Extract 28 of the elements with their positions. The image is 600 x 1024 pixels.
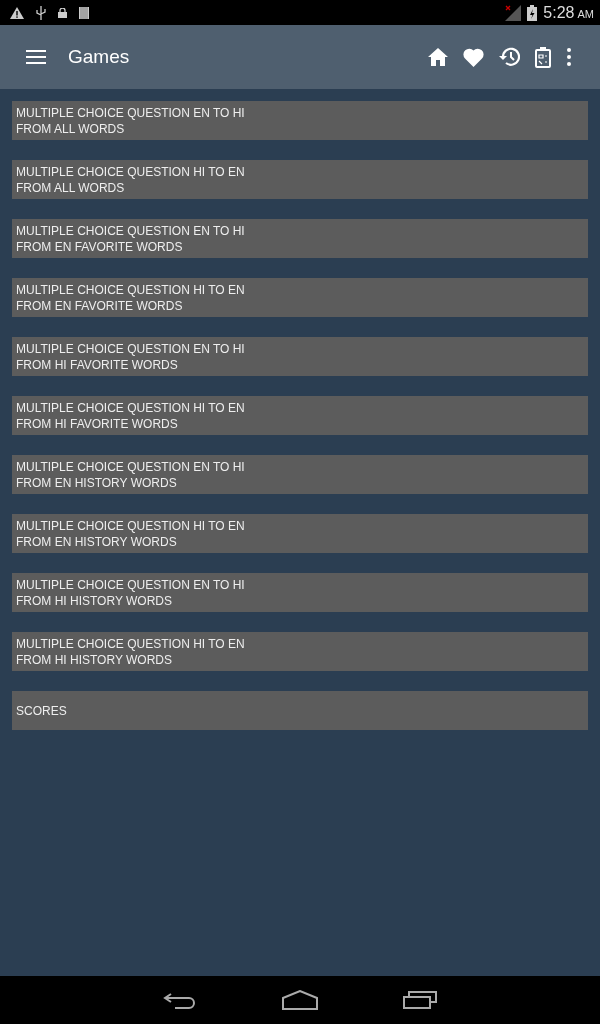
signal-icon xyxy=(505,4,522,21)
home-outline-icon[interactable] xyxy=(282,990,318,1010)
game-option-button[interactable]: MULTIPLE CHOICE QUESTION HI TO EN FROM HI HISTORY WORDS xyxy=(12,632,588,671)
menu-icon[interactable] xyxy=(26,49,46,65)
game-option-button[interactable]: MULTIPLE CHOICE QUESTION EN TO HI FROM EN FAVORITE WORDS xyxy=(12,219,588,258)
lock-icon xyxy=(58,7,67,18)
game-option-button[interactable]: MULTIPLE CHOICE QUESTION EN TO HI FROM HI HISTORY WORDS xyxy=(12,573,588,612)
app-title: Games xyxy=(68,46,130,68)
game-option-button[interactable]: MULTIPLE CHOICE QUESTION EN TO HI FROM HI FAVORITE WORDS xyxy=(12,337,588,376)
game-option-button[interactable]: MULTIPLE CHOICE QUESTION HI TO EN FROM ALL WORDS xyxy=(12,160,588,199)
usb-icon xyxy=(36,5,46,20)
game-option-button[interactable]: MULTIPLE CHOICE QUESTION HI TO EN FROM EN HISTORY WORDS xyxy=(12,514,588,553)
game-option-button[interactable]: MULTIPLE CHOICE QUESTION HI TO EN FROM EN FAVORITE WORDS xyxy=(12,278,588,317)
clock-period: AM xyxy=(577,8,594,20)
home-icon[interactable] xyxy=(428,48,448,66)
clock-time: 5:28 xyxy=(543,3,575,22)
back-icon[interactable] xyxy=(162,991,197,1009)
game-option-button[interactable]: SCORES xyxy=(12,691,588,730)
history-icon[interactable] xyxy=(499,47,520,67)
game-option-button[interactable]: MULTIPLE CHOICE QUESTION EN TO HI FROM EN HISTORY WORDS xyxy=(12,455,588,494)
warning-icon xyxy=(10,6,24,19)
more-icon[interactable] xyxy=(566,48,572,66)
recent-apps-icon[interactable] xyxy=(403,991,438,1009)
game-option-button[interactable]: MULTIPLE CHOICE QUESTION EN TO HI FROM ALL WORDS xyxy=(12,101,588,140)
game-option-button[interactable]: MULTIPLE CHOICE QUESTION HI TO EN FROM HI FAVORITE WORDS xyxy=(12,396,588,435)
clipboard-icon[interactable] xyxy=(535,46,551,68)
battery-icon xyxy=(527,4,538,21)
heart-icon[interactable] xyxy=(463,47,484,67)
